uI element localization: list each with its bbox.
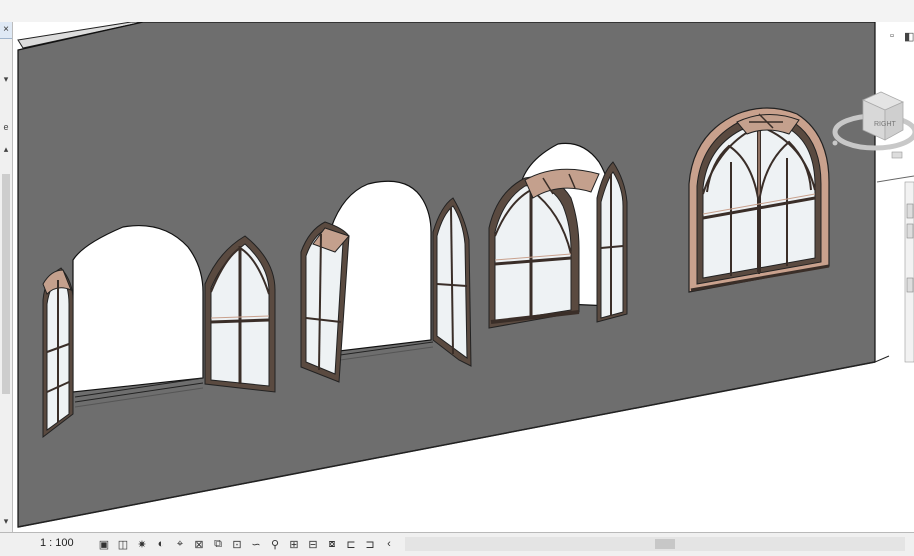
reveal-hidden-icon[interactable]: ⚲ bbox=[267, 536, 283, 552]
temporary-hide-icon[interactable]: ∽ bbox=[248, 536, 264, 552]
view-scale[interactable]: 1 : 100 bbox=[40, 537, 74, 549]
properties-tab[interactable]: × bbox=[0, 22, 12, 39]
dropdown-arrow-icon[interactable]: ▾ bbox=[1, 74, 11, 85]
scroll-up-icon[interactable]: ▴ bbox=[1, 144, 11, 155]
constraints-icon[interactable]: ⊐ bbox=[362, 536, 378, 552]
render-icon[interactable]: ⌖ bbox=[172, 536, 188, 552]
detail-level-icon[interactable]: ◫ bbox=[115, 536, 131, 552]
shadows-icon[interactable]: ◐ bbox=[153, 536, 169, 552]
properties-panel-edge: × ▾ e ▴ ▾ bbox=[0, 22, 13, 532]
analytical-model-icon[interactable]: ⧇ bbox=[324, 536, 340, 552]
temporary-view-properties-icon[interactable]: ⊞ bbox=[286, 536, 302, 552]
properties-scrollbar[interactable] bbox=[2, 174, 10, 394]
horizontal-scrollbar[interactable] bbox=[405, 537, 905, 551]
property-label-glyph: e bbox=[1, 122, 11, 132]
view-control-bar: 1 : 100 ▣ ◫ ✷ ◐ ⌖ ⊠ ⧉ ⊡ ∽ ⚲ ⊞ ⊟ ⧇ ⊏ ⊐ ‹ bbox=[0, 532, 914, 556]
model-scene: RIGHT bbox=[13, 22, 914, 532]
scrollbar-thumb[interactable] bbox=[655, 539, 675, 549]
highlight-displacement-icon[interactable]: ⊏ bbox=[343, 536, 359, 552]
restore-window-icon[interactable]: ▫ bbox=[890, 30, 894, 42]
show-crop-region-icon[interactable]: ⧉ bbox=[210, 536, 226, 552]
3d-view-canvas[interactable]: RIGHT bbox=[13, 22, 914, 532]
sun-path-icon[interactable]: ✷ bbox=[134, 536, 150, 552]
view-control-icons: ▣ ◫ ✷ ◐ ⌖ ⊠ ⧉ ⊡ ∽ ⚲ ⊞ ⊟ ⧇ ⊏ ⊐ ‹ bbox=[96, 536, 397, 552]
window-4 bbox=[689, 108, 829, 292]
viewcube-face-label[interactable]: RIGHT bbox=[874, 121, 897, 128]
ribbon-area bbox=[0, 0, 914, 23]
crop-view-icon[interactable]: ⊠ bbox=[191, 536, 207, 552]
worksharing-display-icon[interactable]: ⊟ bbox=[305, 536, 321, 552]
visual-style-icon[interactable]: ▣ bbox=[96, 536, 112, 552]
collapse-toolbar-icon[interactable]: ‹ bbox=[381, 536, 397, 552]
unlock-3d-view-icon[interactable]: ⊡ bbox=[229, 536, 245, 552]
scroll-down-icon[interactable]: ▾ bbox=[1, 516, 11, 527]
maximize-icon[interactable]: ◧ bbox=[904, 30, 914, 43]
